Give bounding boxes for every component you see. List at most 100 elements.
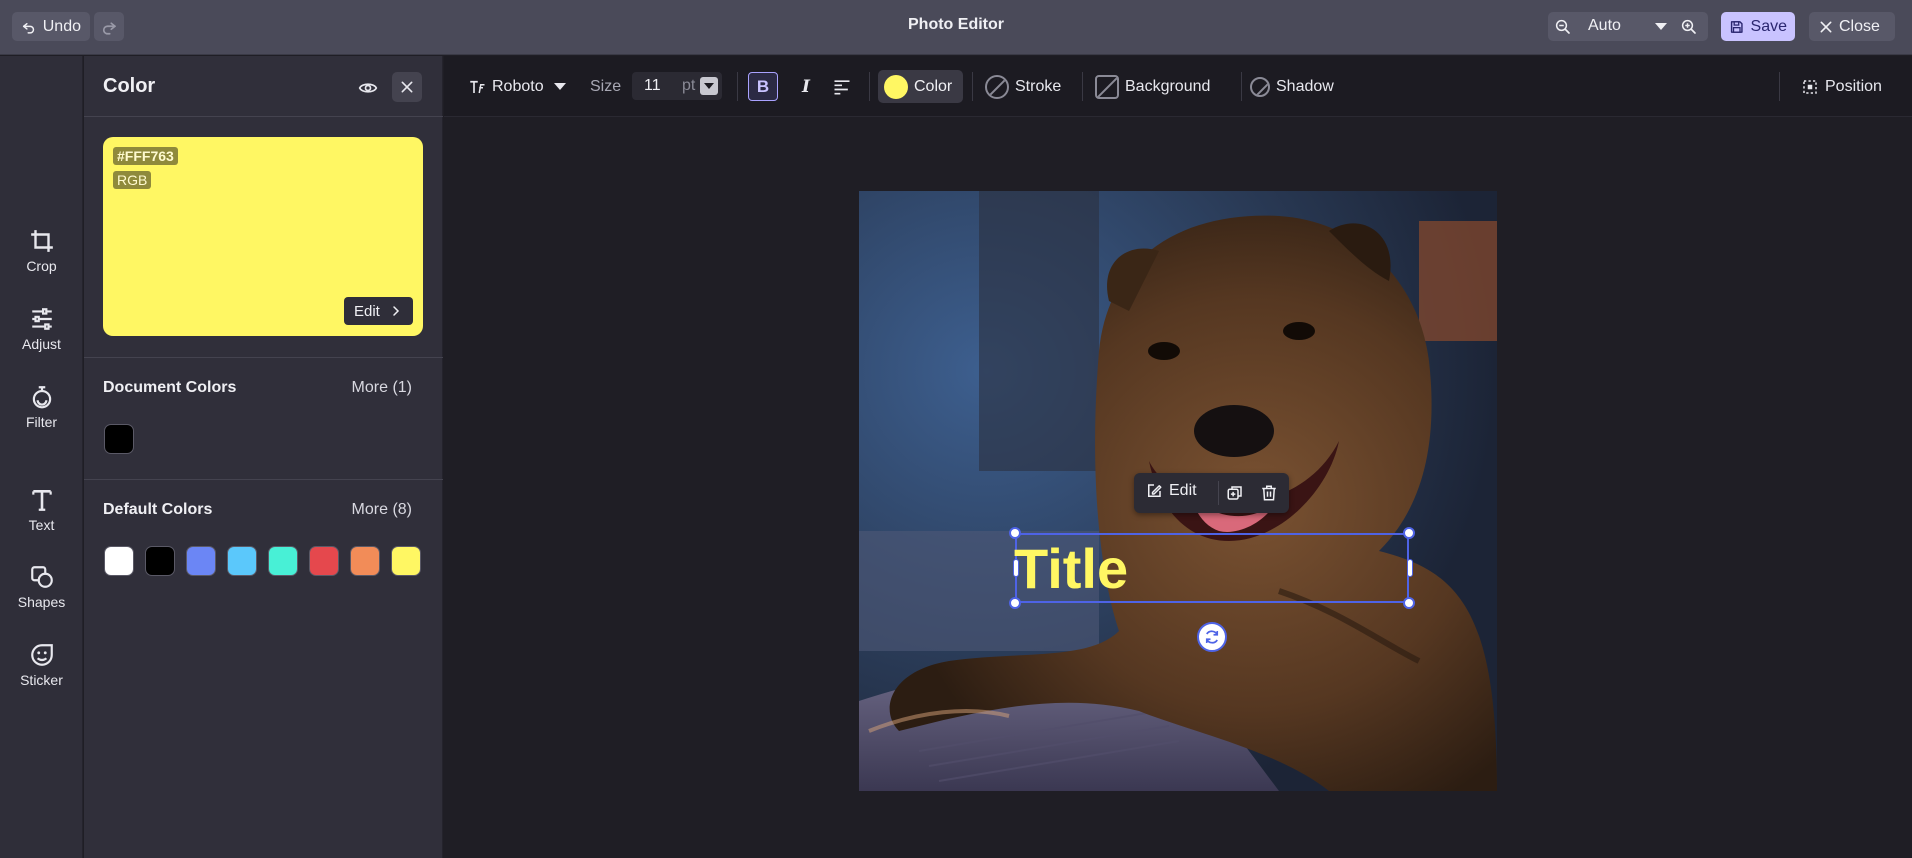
resize-handle-left[interactable] — [1013, 559, 1019, 577]
resize-handle-bottom-right[interactable] — [1403, 597, 1415, 609]
size-label: Size — [590, 77, 622, 95]
font-family-select[interactable]: Roboto — [468, 56, 566, 117]
chevron-down-icon — [553, 83, 566, 90]
position-label: Position — [1825, 77, 1882, 95]
trash-icon — [1262, 485, 1276, 501]
font-family-label: Roboto — [492, 77, 544, 95]
default-color-chip-orange[interactable] — [350, 546, 380, 576]
shadow-button[interactable]: Shadow — [1250, 56, 1334, 117]
default-color-chip-sky[interactable] — [227, 546, 257, 576]
position-icon — [1803, 79, 1817, 94]
edit-color-label: Edit — [354, 302, 380, 320]
save-icon — [1730, 20, 1743, 33]
resize-handle-bottom-left[interactable] — [1009, 597, 1021, 609]
rail-item-shapes[interactable]: Shapes — [0, 564, 83, 610]
pencil-icon — [1148, 484, 1162, 497]
separator — [1779, 72, 1780, 101]
italic-button[interactable]: I — [792, 72, 820, 101]
current-color-swatch[interactable]: #FFF763 RGB Edit — [103, 137, 423, 336]
font-size-value: 11 — [644, 77, 661, 94]
default-colors-more-link[interactable]: More (8) — [352, 501, 412, 519]
edit-element-label: Edit — [1169, 482, 1197, 499]
rail-item-sticker[interactable]: Sticker — [0, 642, 83, 688]
sticker-icon — [30, 644, 53, 666]
close-panel-button[interactable] — [392, 72, 422, 102]
chevron-right-icon — [393, 306, 399, 316]
font-icon — [470, 80, 485, 93]
visibility-button[interactable] — [354, 74, 382, 102]
stroke-none-icon — [985, 74, 1009, 99]
rotate-handle[interactable] — [1197, 622, 1227, 652]
background-none-icon — [1095, 74, 1119, 99]
edit-color-button[interactable]: Edit — [344, 297, 413, 325]
stroke-button[interactable]: Stroke — [985, 56, 1061, 117]
close-icon — [401, 81, 413, 93]
delete-button[interactable] — [1260, 484, 1278, 507]
resize-handle-right[interactable] — [1407, 559, 1413, 577]
text-icon — [31, 490, 52, 511]
filter-icon — [32, 386, 51, 409]
hex-value[interactable]: #FFF763 — [113, 147, 178, 165]
duplicate-icon — [1227, 486, 1242, 500]
rail-item-label: Adjust — [22, 336, 61, 352]
default-color-chip-blue[interactable] — [186, 546, 216, 576]
text-toolbar: Roboto Size 11 pt B I Color Stroke Backg… — [444, 56, 1912, 117]
rail-item-crop[interactable]: Crop — [0, 228, 83, 274]
background-button[interactable]: Background — [1095, 56, 1210, 117]
close-icon — [1820, 21, 1832, 32]
zoom-out-icon[interactable] — [1554, 18, 1572, 41]
font-size-dropdown-icon[interactable] — [700, 77, 718, 95]
background-label: Background — [1125, 77, 1211, 95]
rail-item-label: Shapes — [17, 594, 66, 610]
default-color-chip-white[interactable] — [104, 546, 134, 576]
chevron-down-icon[interactable] — [1655, 23, 1667, 30]
zoom-in-icon[interactable] — [1680, 18, 1698, 41]
align-button[interactable] — [832, 56, 852, 117]
color-mode[interactable]: RGB — [113, 171, 152, 189]
default-color-chip-black[interactable] — [145, 546, 175, 576]
document-colors-title: Document Colors — [103, 379, 237, 396]
font-size-input[interactable]: 11 pt — [632, 72, 722, 100]
color-swatch-icon — [884, 74, 908, 99]
rotate-icon — [1205, 630, 1219, 644]
separator — [1218, 481, 1219, 505]
shadow-none-icon — [1250, 76, 1270, 97]
text-color-label: Color — [914, 77, 953, 95]
panel-title: Color — [103, 75, 156, 97]
default-color-chip-yellow[interactable] — [391, 546, 421, 576]
close-label: Close — [1839, 17, 1880, 35]
bold-button[interactable]: B — [748, 72, 778, 101]
position-button[interactable]: Position — [1801, 56, 1882, 117]
default-color-chip-teal[interactable] — [268, 546, 298, 576]
document-color-chip-black[interactable] — [104, 424, 134, 454]
separator — [1082, 72, 1083, 101]
shadow-label: Shadow — [1276, 77, 1334, 95]
divider — [84, 116, 443, 117]
tool-rail: Crop Adjust Filter Text Shapes Sticker — [0, 56, 83, 858]
rail-item-adjust[interactable]: Adjust — [0, 306, 83, 352]
separator — [737, 72, 738, 101]
rail-item-filter[interactable]: Filter — [0, 384, 83, 430]
eye-icon — [358, 83, 378, 93]
save-label: Save — [1750, 17, 1787, 35]
zoom-select[interactable]: Auto — [1588, 17, 1621, 35]
shapes-icon — [30, 566, 53, 588]
document-colors-more-link[interactable]: More (1) — [352, 379, 412, 397]
rail-item-label: Crop — [26, 258, 57, 274]
font-size-unit: pt — [682, 77, 696, 94]
text-color-button[interactable]: Color — [878, 70, 963, 103]
rail-item-label: Sticker — [20, 672, 63, 688]
color-panel: Color #FFF763 RGB Edit Document Colors M… — [84, 56, 443, 858]
save-button[interactable]: Save — [1721, 12, 1795, 41]
duplicate-button[interactable] — [1226, 484, 1244, 507]
canvas-text-element[interactable]: Title — [1014, 536, 1128, 602]
rail-item-text[interactable]: Text — [0, 487, 83, 533]
edit-element-button[interactable]: Edit — [1145, 482, 1197, 500]
rail-item-label: Text — [28, 517, 55, 533]
resize-handle-top-right[interactable] — [1403, 527, 1415, 539]
sliders-icon — [31, 308, 52, 330]
crop-icon — [30, 230, 53, 252]
resize-handle-top-left[interactable] — [1009, 527, 1021, 539]
default-color-chip-red[interactable] — [309, 546, 339, 576]
close-button[interactable]: Close — [1809, 12, 1895, 41]
